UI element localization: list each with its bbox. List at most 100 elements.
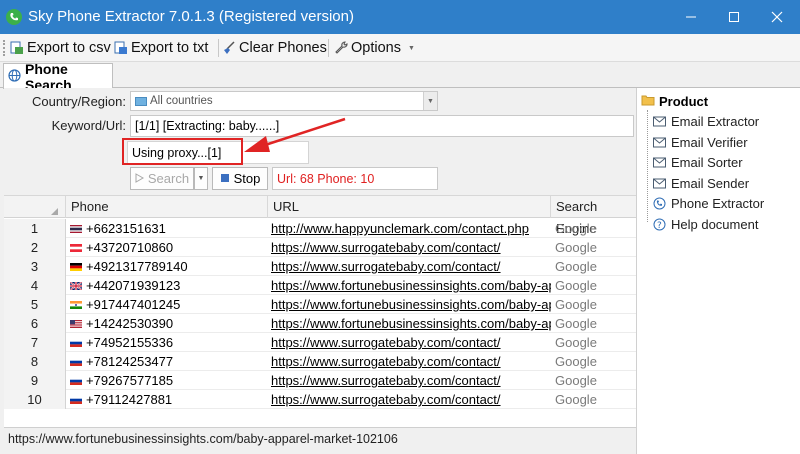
phone-number: +4921317789140	[86, 259, 188, 274]
table-row[interactable]: 5 +917447401245 https://www.fortunebusines…	[4, 295, 636, 314]
url-link[interactable]: https://www.surrogatebaby.com/contact/	[271, 238, 551, 257]
phone-cell[interactable]: +78124253477	[70, 352, 268, 371]
stop-button[interactable]: Stop	[212, 167, 268, 190]
table-row[interactable]: 7 +74952155336 https://www.surrogatebaby.c…	[4, 333, 636, 352]
phone-cell[interactable]: +14242530390	[70, 314, 268, 333]
table-row[interactable]: 10 +79112427881 https://www.surrogatebaby.…	[4, 390, 636, 409]
tree-item-label: Phone Extractor	[671, 196, 765, 211]
title-bar: Sky Phone Extractor 7.0.1.3 (Registered …	[0, 0, 800, 34]
keyword-input-value: [1/1] [Extracting: baby......]	[135, 119, 280, 133]
search-engine-cell: Google	[555, 221, 597, 236]
row-number[interactable]: 4	[4, 276, 66, 295]
column-header-url[interactable]: URL	[268, 196, 551, 218]
tree-item-email-sender[interactable]: Email Sender	[653, 176, 749, 191]
row-number[interactable]: 6	[4, 314, 66, 333]
flag-us-icon	[70, 319, 82, 328]
chevron-down-icon: ▼	[197, 175, 205, 182]
close-button[interactable]	[754, 0, 800, 34]
row-number[interactable]: 7	[4, 333, 66, 352]
tree-item-label: Email Extractor	[671, 114, 760, 129]
minimize-button[interactable]	[668, 0, 714, 34]
row-number[interactable]: 1	[4, 219, 66, 238]
row-number[interactable]: 10	[4, 390, 66, 409]
phone-cell[interactable]: +79112427881	[70, 390, 268, 409]
url-link[interactable]: https://www.surrogatebaby.com/contact/	[271, 390, 551, 409]
highlight-box	[122, 138, 243, 165]
options-dropdown-button[interactable]: Options ▼	[334, 37, 415, 59]
folder-icon	[641, 94, 655, 109]
row-number[interactable]: 2	[4, 238, 66, 257]
url-link[interactable]: https://www.fortunebusinessinsights.com/…	[271, 276, 551, 295]
url-link[interactable]: https://www.surrogatebaby.com/contact/	[271, 352, 551, 371]
row-number[interactable]: 5	[4, 295, 66, 314]
url-link[interactable]: https://www.surrogatebaby.com/contact/	[271, 257, 551, 276]
country-select[interactable]: All countries ▼	[130, 91, 438, 111]
table-row[interactable]: 9 +79267577185 https://www.surrogatebaby.c…	[4, 371, 636, 390]
search-engine-cell: Google	[555, 316, 597, 331]
url-link[interactable]: http://www.happyunclemark.com/contact.ph…	[271, 219, 551, 238]
search-engine-cell: Google	[555, 373, 597, 388]
select-all-triangle-icon	[51, 208, 58, 215]
flag-th-icon	[70, 224, 82, 233]
tree-item-email-verifier[interactable]: Email Verifier	[653, 135, 748, 150]
envelope-icon	[653, 157, 666, 168]
phone-cell[interactable]: +917447401245	[70, 295, 268, 314]
export-txt-button[interactable]: Export to txt	[114, 37, 208, 59]
row-number[interactable]: 9	[4, 371, 66, 390]
tree-item-email-sorter[interactable]: Email Sorter	[653, 155, 743, 170]
tree-connector-line	[647, 110, 648, 222]
search-button[interactable]: Search	[130, 167, 194, 190]
stop-icon	[220, 171, 230, 186]
table-row[interactable]: 6 +14242530390 https://www.fortunebusiness…	[4, 314, 636, 333]
phone-cell[interactable]: +43720710860	[70, 238, 268, 257]
status-bar-text: https://www.fortunebusinessinsights.com/…	[8, 432, 398, 446]
phone-cell[interactable]: +6623151631	[70, 219, 268, 238]
close-icon	[771, 11, 783, 23]
row-number[interactable]: 3	[4, 257, 66, 276]
url-link[interactable]: https://www.fortunebusinessinsights.com/…	[271, 295, 551, 314]
table-row[interactable]: 3 +4921317789140 https://www.surrogatebaby…	[4, 257, 636, 276]
tab-strip: Phone Search	[0, 61, 800, 93]
url-link[interactable]: https://www.surrogatebaby.com/contact/	[271, 333, 551, 352]
keyword-input[interactable]: [1/1] [Extracting: baby......]	[130, 115, 634, 137]
search-dropdown-button[interactable]: ▼	[194, 167, 208, 190]
export-csv-button[interactable]: Export to csv	[10, 37, 111, 59]
tree-root-product[interactable]: Product	[641, 94, 708, 109]
broom-icon	[222, 41, 236, 55]
tree-item-phone-extractor[interactable]: Phone Extractor	[653, 196, 764, 211]
tree-item-label: Email Verifier	[671, 134, 748, 150]
phone-number: +74952155336	[86, 335, 174, 350]
toolbar-grip[interactable]	[3, 40, 5, 56]
url-link[interactable]: https://www.fortunebusinessinsights.com/…	[271, 314, 551, 333]
search-engine-cell: Google	[555, 335, 597, 350]
table-row[interactable]: 2 +43720710860 https://www.surrogatebaby.c…	[4, 238, 636, 257]
phone-number: +442071939123	[86, 278, 181, 293]
table-row[interactable]: 8 +78124253477 https://www.surrogatebaby.c…	[4, 352, 636, 371]
phone-cell[interactable]: +442071939123	[70, 276, 268, 295]
column-header-search-engine[interactable]: Search Engine	[551, 196, 636, 236]
envelope-icon	[653, 116, 666, 127]
world-map-icon	[135, 96, 147, 106]
result-summary-text: Url: 68 Phone: 10	[277, 171, 375, 186]
flag-at-icon	[70, 243, 82, 252]
product-tree: Product Email Extractor Email Verifier Ema…	[636, 88, 800, 454]
table-row[interactable]: 4 +442071939123 https://www.fortunebusines…	[4, 276, 636, 295]
export-csv-label: Export to csv	[27, 40, 111, 56]
flag-in-icon	[70, 300, 82, 309]
row-number[interactable]: 8	[4, 352, 66, 371]
url-link[interactable]: https://www.surrogatebaby.com/contact/	[271, 371, 551, 390]
app-phone-icon	[6, 9, 22, 25]
tree-item-help-document[interactable]: ? Help document	[653, 217, 758, 232]
phone-cell[interactable]: +74952155336	[70, 333, 268, 352]
phone-cell[interactable]: +79267577185	[70, 371, 268, 390]
tree-item-email-extractor[interactable]: Email Extractor	[653, 114, 759, 129]
clear-phones-button[interactable]: Clear Phones	[222, 37, 327, 59]
column-header-phone[interactable]: Phone	[66, 196, 268, 218]
phone-number: +79267577185	[86, 373, 174, 388]
clear-phones-label: Clear Phones	[239, 40, 327, 56]
tab-phone-search[interactable]: Phone Search	[3, 61, 113, 93]
phone-cell[interactable]: +4921317789140	[70, 257, 268, 276]
phone-number: +43720710860	[86, 240, 174, 255]
table-row[interactable]: 1 +6623151631 http://www.happyunclemark.co…	[4, 219, 636, 238]
maximize-button[interactable]	[711, 0, 757, 34]
